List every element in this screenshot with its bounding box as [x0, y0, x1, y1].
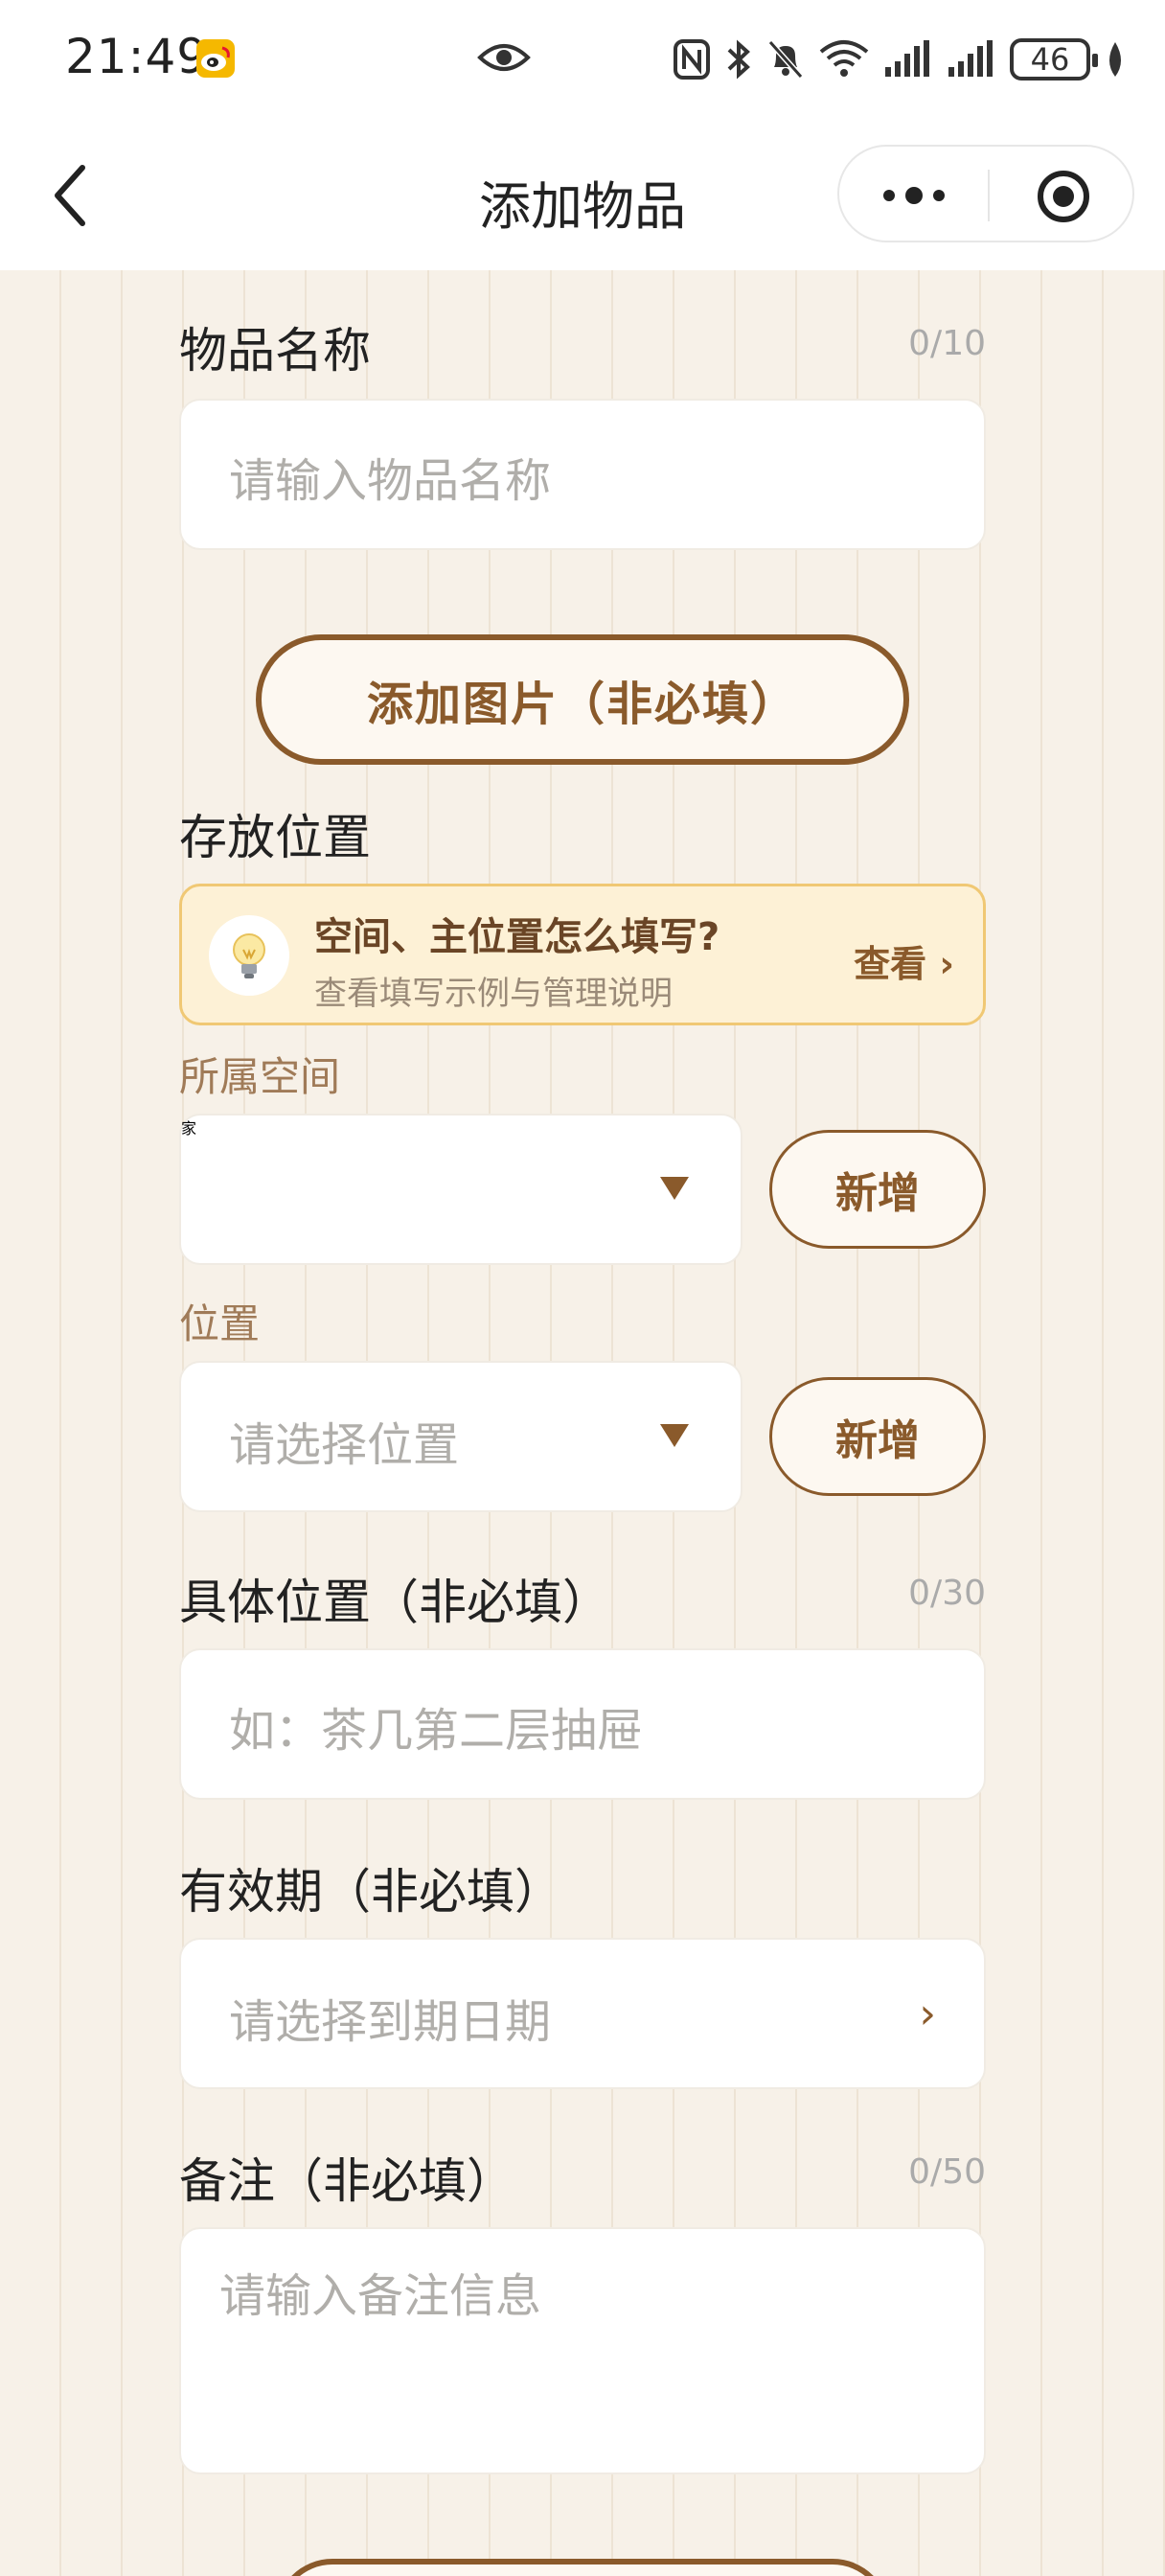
leaf-icon	[1109, 42, 1121, 77]
signal-icon	[885, 40, 929, 77]
add-location-button[interactable]: 新增	[769, 1377, 986, 1496]
tip-description: 查看填写示例与管理说明	[314, 975, 673, 1013]
storage-tip-card[interactable]: 空间、主位置怎么填写? 查看填写示例与管理说明 查看 ›	[179, 884, 986, 1025]
location-label: 位置	[179, 1300, 261, 1347]
target-icon[interactable]	[1035, 168, 1092, 225]
expiry-placeholder: 请选择到期日期	[229, 1995, 552, 2049]
space-select[interactable]: 家	[179, 1114, 742, 1265]
dropdown-arrow-icon	[660, 1424, 689, 1447]
bluetooth-icon	[727, 39, 750, 80]
submit-button[interactable]	[275, 2559, 890, 2576]
detail-location-placeholder: 如：茶几第二层抽屉	[229, 1704, 644, 1758]
storage-label: 存放位置	[179, 810, 371, 865]
add-space-button[interactable]: 新增	[769, 1130, 986, 1249]
remark-label: 备注（非必填）	[179, 2153, 514, 2209]
space-value: 家	[181, 1119, 197, 1138]
detail-location-counter: 0/30	[908, 1574, 986, 1613]
mute-icon	[767, 40, 804, 79]
battery-indicator: 46	[1010, 38, 1098, 80]
detail-location-input[interactable]: 如：茶几第二层抽屉	[179, 1648, 986, 1800]
item-name-counter: 0/10	[908, 324, 986, 363]
nav-bar: 添加物品	[0, 120, 1165, 270]
expiry-label: 有效期（非必填）	[179, 1864, 562, 1920]
add-photo-button[interactable]: 添加图片（非必填）	[256, 634, 909, 765]
mini-program-capsule	[837, 145, 1134, 242]
item-name-input[interactable]: 请输入物品名称	[179, 399, 986, 550]
status-icons: 46	[673, 33, 1127, 86]
remark-counter: 0/50	[908, 2152, 986, 2192]
remark-placeholder: 请输入备注信息	[219, 2269, 542, 2323]
remark-textarea[interactable]: 请输入备注信息	[179, 2227, 986, 2474]
tip-view-link[interactable]: 查看 ›	[854, 934, 954, 987]
wifi-icon	[819, 40, 869, 77]
lightbulb-icon	[209, 915, 289, 996]
dropdown-arrow-icon	[660, 1177, 689, 1200]
battery-level: 46	[1030, 41, 1070, 78]
more-icon[interactable]	[879, 181, 948, 210]
chevron-right-icon: ›	[919, 1990, 936, 2038]
detail-location-label: 具体位置（非必填）	[179, 1575, 610, 1630]
location-select[interactable]: 请选择位置	[179, 1361, 742, 1512]
location-placeholder: 请选择位置	[229, 1418, 460, 1472]
expiry-date-picker[interactable]: 请选择到期日期 ›	[179, 1938, 986, 2089]
tip-title: 空间、主位置怎么填写?	[314, 915, 720, 959]
eye-icon	[477, 44, 531, 71]
space-label: 所属空间	[179, 1053, 341, 1100]
status-bar: 21:49 46	[0, 0, 1165, 120]
weibo-icon	[196, 39, 235, 78]
status-time: 21:49	[65, 29, 209, 84]
item-name-placeholder: 请输入物品名称	[229, 454, 552, 508]
form-content[interactable]: 物品名称 0/10 请输入物品名称 添加图片（非必填） 存放位置 空间、主位置怎…	[0, 270, 1165, 2576]
capsule-divider	[988, 170, 990, 221]
item-name-label: 物品名称	[179, 323, 371, 379]
signal-icon-2	[948, 40, 993, 77]
nfc-icon	[674, 39, 710, 80]
